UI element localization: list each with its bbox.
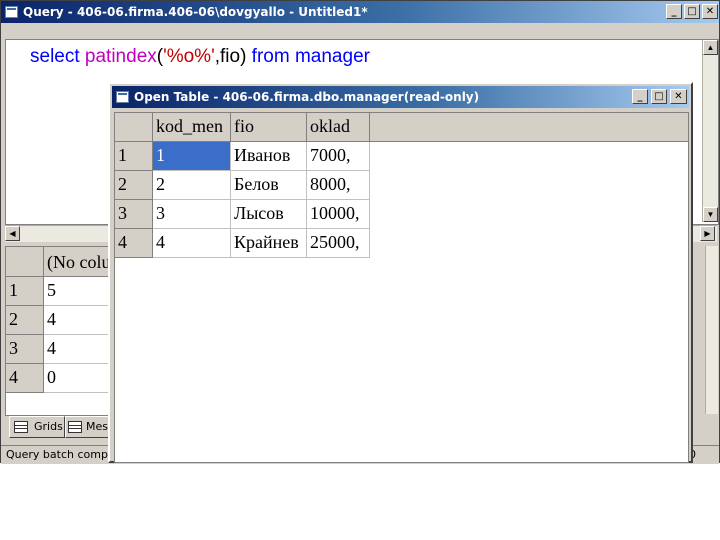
query-window-icon	[5, 6, 18, 18]
sql-keyword-from: from	[246, 46, 295, 67]
table-cell-kod-men[interactable]: 2	[153, 171, 231, 200]
results-cell[interactable]: 4	[44, 335, 114, 364]
table-cell-kod-men[interactable]: 1	[153, 142, 231, 171]
table-cell-oklad[interactable]: 10000,	[307, 200, 370, 229]
sql-arguments: ,fio)	[214, 46, 247, 67]
table-row-number[interactable]: 3	[115, 200, 153, 229]
table-cell-fio[interactable]: Лысов	[231, 200, 307, 229]
minimize-button[interactable]: _	[632, 89, 648, 104]
table-cell-oklad[interactable]: 8000,	[307, 171, 370, 200]
column-header-oklad[interactable]: oklad	[307, 113, 370, 142]
results-vertical-scrollbar[interactable]	[705, 246, 718, 414]
table-cell-oklad[interactable]: 25000,	[307, 229, 370, 258]
sql-function: patindex	[84, 46, 157, 67]
table-row-number[interactable]: 4	[115, 229, 153, 258]
table-cell-kod-men[interactable]: 4	[153, 229, 231, 258]
table-cell-kod-men[interactable]: 3	[153, 200, 231, 229]
minimize-button[interactable]: _	[666, 4, 682, 19]
column-header-fio[interactable]: fio	[231, 113, 307, 142]
scroll-left-icon[interactable]: ◀	[5, 226, 20, 241]
results-column-header[interactable]: (No column name)	[44, 247, 114, 277]
sql-statement: select patindex('%o%',fio) from manager	[30, 46, 370, 68]
table-title-bar[interactable]: Open Table - 406-06.firma.dbo.manager(re…	[112, 86, 689, 108]
results-grid[interactable]: (No column name) 1 5 2 4 3 4 4 0	[5, 246, 115, 416]
results-row-number[interactable]: 4	[6, 364, 44, 393]
tab-grids-label: Grids	[34, 420, 63, 433]
grid-icon	[14, 421, 28, 433]
maximize-button[interactable]: □	[684, 4, 700, 19]
sql-keyword-select: select	[30, 46, 85, 67]
header-filler	[370, 113, 688, 142]
results-cell[interactable]: 0	[44, 364, 114, 393]
table-cell-fio[interactable]: Иванов	[231, 142, 307, 171]
close-button[interactable]: ✕	[702, 4, 718, 19]
close-button[interactable]: ✕	[670, 89, 687, 104]
table-row-number[interactable]: 1	[115, 142, 153, 171]
tab-messages[interactable]: Messages	[65, 416, 111, 438]
table-cell-fio[interactable]: Белов	[231, 171, 307, 200]
results-row-number[interactable]: 2	[6, 306, 44, 335]
scroll-up-icon[interactable]: ▲	[703, 40, 718, 55]
editor-vertical-scrollbar[interactable]: ▲ ▼	[702, 40, 718, 222]
table-row-number[interactable]: 2	[115, 171, 153, 200]
results-row-number[interactable]: 1	[6, 277, 44, 306]
tab-grids[interactable]: Grids	[9, 416, 65, 438]
results-corner	[6, 247, 44, 277]
table-window-icon	[116, 91, 129, 103]
maximize-button[interactable]: □	[651, 89, 667, 104]
table-cell-fio[interactable]: Крайнев	[231, 229, 307, 258]
open-table-window: Open Table - 406-06.firma.dbo.manager(re…	[108, 82, 693, 463]
table-grid[interactable]: kod_men fio oklad 1 1 Иванов 7000, 2 2 Б…	[114, 112, 689, 463]
query-window-title: Query - 406-06.firma.406-06\dovgyallo - …	[23, 5, 368, 19]
table-cell-oklad[interactable]: 7000,	[307, 142, 370, 171]
sql-table-name: manager	[294, 46, 370, 67]
results-row-number[interactable]: 3	[6, 335, 44, 364]
column-header-kod-men[interactable]: kod_men	[153, 113, 231, 142]
scroll-down-icon[interactable]: ▼	[703, 207, 718, 222]
table-corner	[115, 113, 153, 142]
results-cell[interactable]: 5	[44, 277, 114, 306]
scroll-right-icon[interactable]: ▶	[700, 226, 715, 241]
messages-icon	[68, 421, 82, 433]
query-title-bar[interactable]: Query - 406-06.firma.406-06\dovgyallo - …	[1, 1, 719, 23]
table-window-title: Open Table - 406-06.firma.dbo.manager(re…	[134, 90, 480, 104]
results-cell[interactable]: 4	[44, 306, 114, 335]
sql-string-literal: '%o%'	[163, 46, 215, 67]
